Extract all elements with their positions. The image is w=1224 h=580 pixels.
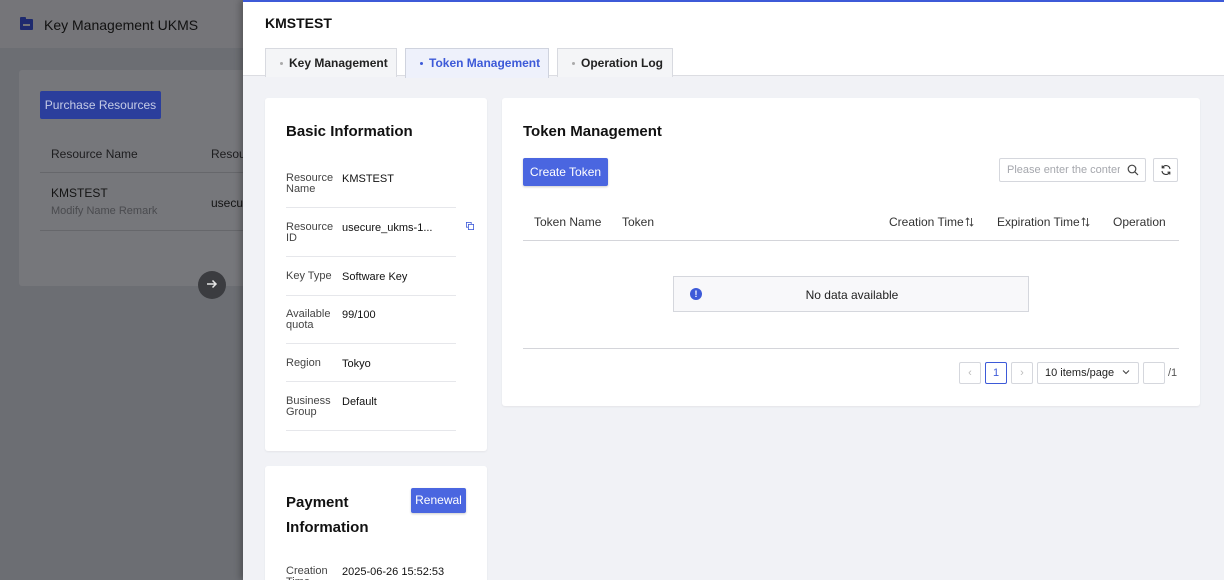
- page-size-label: 10 items/page: [1045, 367, 1115, 379]
- tab-dot-icon: [572, 62, 575, 65]
- total-pages: /1: [1168, 367, 1178, 379]
- next-page-button[interactable]: ›: [1011, 362, 1033, 384]
- refresh-button[interactable]: [1153, 158, 1178, 182]
- page-1-button[interactable]: 1: [985, 362, 1007, 384]
- purchase-resources-button[interactable]: Purchase Resources: [40, 91, 161, 119]
- drawer-title: KMSTEST: [265, 15, 332, 31]
- chevron-down-icon: [1122, 370, 1130, 375]
- create-token-button[interactable]: Create Token: [523, 158, 608, 186]
- tab-dot-icon: [280, 62, 283, 65]
- refresh-icon: [1161, 165, 1171, 175]
- info-label: Resource ID: [286, 221, 334, 244]
- copy-icon[interactable]: [466, 222, 474, 230]
- info-label: Key Type: [286, 270, 332, 282]
- info-label: Resource Name: [286, 172, 334, 195]
- resource-detail-drawer: KMSTEST Key Management Token Management …: [243, 0, 1224, 580]
- token-management-title: Token Management: [523, 123, 662, 140]
- column-label: Expiration Time: [997, 215, 1080, 229]
- info-label: Available quota: [286, 308, 331, 331]
- column-header-token: Token: [622, 215, 655, 229]
- sort-icon[interactable]: [1081, 217, 1090, 227]
- info-value: KMSTEST: [342, 173, 394, 185]
- prev-page-button[interactable]: ‹: [959, 362, 981, 384]
- payment-information-card: Payment Information Renewal Creation Tim…: [265, 466, 487, 580]
- info-value: 99/100: [342, 309, 376, 321]
- page-jump-input[interactable]: [1143, 362, 1165, 384]
- info-row-business-group: Business Group Default: [286, 391, 456, 431]
- divider: [40, 172, 259, 173]
- search-box: [999, 158, 1146, 182]
- info-row-key-type: Key Type Software Key: [286, 266, 456, 296]
- info-row-creation-time: Creation Time 2025-06-26 15:52:53: [286, 563, 456, 580]
- basic-information-title: Basic Information: [286, 123, 413, 140]
- empty-state: ! No data available: [673, 276, 1029, 312]
- background-resource-id: usecur: [211, 196, 248, 210]
- background-column-resource-id: Resou: [211, 147, 246, 161]
- info-value: 2025-06-26 15:52:53: [342, 566, 445, 578]
- background-column-resource-name: Resource Name: [51, 147, 138, 161]
- background-resource-name-link[interactable]: KMSTEST: [51, 186, 108, 200]
- info-value: Default: [342, 396, 377, 408]
- info-row-resource-name: Resource Name KMSTEST: [286, 168, 456, 208]
- column-header-creation-time[interactable]: Creation Time: [889, 215, 974, 229]
- sort-icon[interactable]: [965, 217, 974, 227]
- drawer-header: KMSTEST Key Management Token Management …: [243, 2, 1224, 78]
- renewal-button[interactable]: Renewal: [411, 488, 466, 513]
- search-icon[interactable]: [1127, 164, 1139, 176]
- column-header-token-name: Token Name: [534, 215, 602, 229]
- info-label: Region: [286, 357, 321, 369]
- info-value: Software Key: [342, 271, 408, 283]
- search-input[interactable]: [1000, 159, 1120, 181]
- tab-token-management[interactable]: Token Management: [405, 48, 549, 78]
- page-size-select[interactable]: 10 items/page: [1037, 362, 1139, 384]
- column-label: Creation Time: [889, 215, 964, 229]
- table-footer-divider: [523, 348, 1179, 349]
- info-value: Tokyo: [342, 358, 371, 370]
- arrow-right-icon[interactable]: [198, 271, 226, 299]
- folder-icon: [20, 17, 33, 30]
- divider: [40, 230, 259, 231]
- tab-label: Key Management: [289, 56, 388, 70]
- background-header-title: Key Management UKMS: [44, 17, 199, 33]
- column-header-expiration-time[interactable]: Expiration Time: [997, 215, 1090, 229]
- tab-key-management[interactable]: Key Management: [265, 48, 397, 77]
- column-header-operation: Operation: [1113, 215, 1166, 229]
- tab-dot-icon: [420, 62, 423, 65]
- token-management-card: Token Management Create Token Token Name…: [502, 98, 1200, 406]
- info-row-region: Region Tokyo: [286, 353, 456, 382]
- info-row-resource-id: Resource ID usecure_ukms-1...: [286, 217, 474, 257]
- info-row-available-quota: Available quota 99/100: [286, 304, 456, 344]
- tab-label: Operation Log: [581, 56, 663, 70]
- tab-label: Token Management: [429, 56, 541, 70]
- table-header-divider: [523, 240, 1179, 241]
- info-label: Business Group: [286, 395, 331, 418]
- info-label: Creation Time: [286, 565, 328, 580]
- tab-operation-log[interactable]: Operation Log: [557, 48, 673, 77]
- empty-text: No data available: [805, 288, 899, 302]
- payment-information-title: Payment Information: [286, 494, 369, 536]
- basic-information-card: Basic Information Resource Name KMSTEST …: [265, 98, 487, 451]
- background-remark-link[interactable]: Modify Name Remark: [51, 205, 157, 217]
- info-value: usecure_ukms-1...: [342, 222, 433, 234]
